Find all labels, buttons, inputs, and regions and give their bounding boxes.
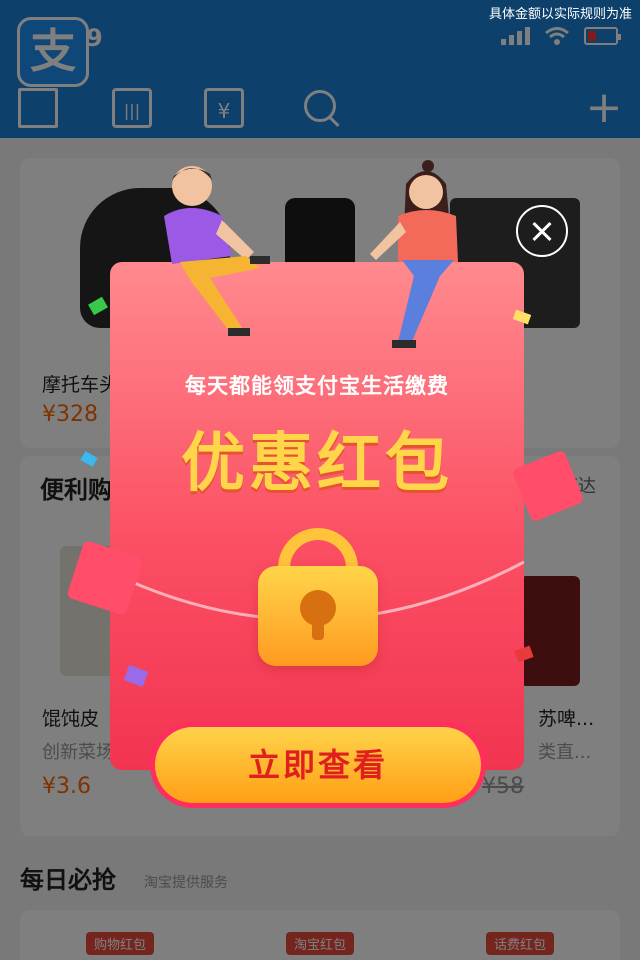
view-now-button[interactable]: 立即查看 [150, 722, 486, 808]
close-icon[interactable] [516, 205, 568, 257]
girl-character-illustration [370, 160, 458, 348]
lock-body [258, 566, 378, 666]
envelope-subtitle: 每天都能领支付宝生活缴费 [185, 374, 449, 398]
envelope-title: 优惠红包 [181, 427, 453, 501]
boy-character-illustration [164, 166, 270, 336]
view-now-label: 立即查看 [155, 727, 481, 803]
disclaimer-text: 具体金额以实际规则为准 [488, 7, 632, 22]
